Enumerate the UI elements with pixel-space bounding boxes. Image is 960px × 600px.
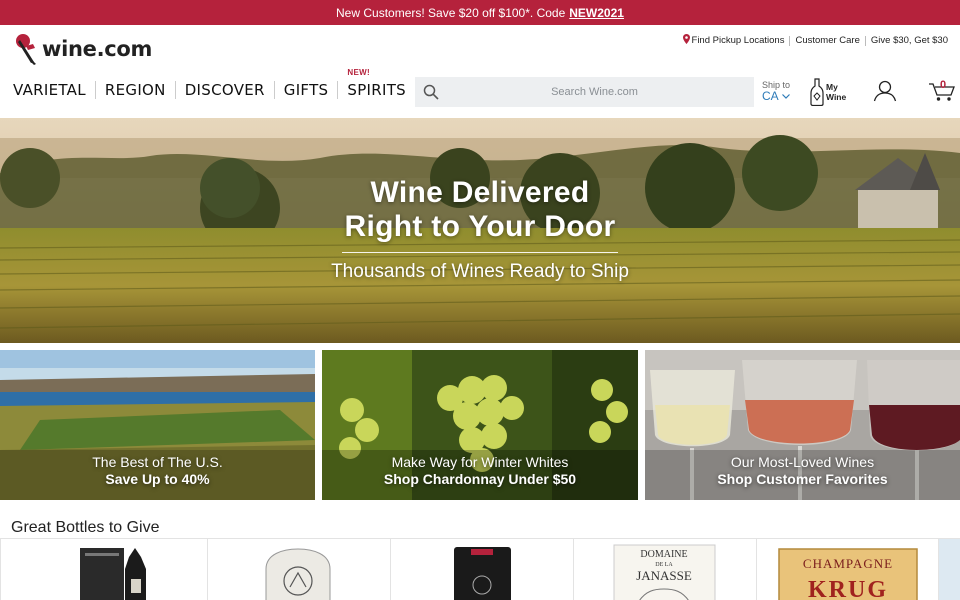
logo-text: wine.com bbox=[42, 37, 153, 61]
product-label-main: JANASSE bbox=[636, 568, 692, 583]
logo[interactable]: wine.com bbox=[14, 32, 152, 66]
map-pin-icon bbox=[682, 34, 690, 47]
product-card[interactable] bbox=[0, 539, 207, 600]
chevron-down-icon bbox=[781, 94, 790, 99]
find-pickup-link[interactable]: Find Pickup Locations bbox=[692, 35, 785, 46]
utility-links: Find Pickup Locations Customer Care Give… bbox=[682, 34, 948, 47]
ship-to-selector[interactable]: Ship to CA bbox=[762, 80, 790, 102]
hero-title-line2: Right to Your Door bbox=[344, 210, 616, 243]
dark-bottle-image bbox=[454, 547, 511, 600]
hero-banner[interactable]: Wine Delivered Right to Your Door Thousa… bbox=[0, 118, 960, 343]
product-label-top: DOMAINE bbox=[640, 549, 687, 560]
nav-discover[interactable]: DISCOVER bbox=[176, 81, 274, 99]
bottle-label-image bbox=[265, 548, 331, 600]
tile-line1: Make Way for Winter Whites bbox=[391, 454, 569, 470]
tile-line2: Save Up to 40% bbox=[105, 471, 210, 487]
promo-tile-us[interactable]: The Best of The U.S. Save Up to 40% bbox=[0, 350, 315, 500]
search-input[interactable] bbox=[415, 77, 754, 107]
product-card[interactable] bbox=[390, 539, 573, 600]
logo-mark-icon bbox=[16, 34, 36, 65]
customer-care-link[interactable]: Customer Care bbox=[795, 35, 859, 46]
promo-tiles: The Best of The U.S. Save Up to 40% Make… bbox=[0, 350, 960, 500]
promo-tile-chardonnay[interactable]: Make Way for Winter Whites Shop Chardonn… bbox=[322, 350, 638, 500]
product-carousel: DOMAINE DE LA JANASSE CHAMPAGNE KRUG bbox=[0, 538, 960, 600]
tile-caption: The Best of The U.S. Save Up to 40% bbox=[0, 454, 315, 488]
my-wine-line1: My bbox=[826, 82, 838, 92]
promo-banner[interactable]: New Customers! Save $20 off $100*. Code … bbox=[0, 0, 960, 25]
my-wine-link[interactable]: My Wine bbox=[810, 78, 846, 106]
nav-menu: VARIETAL REGION DISCOVER GIFTS NEW! SPIR… bbox=[13, 68, 415, 99]
product-card[interactable]: DOMAINE DE LA JANASSE bbox=[573, 539, 756, 600]
tile-caption: Our Most-Loved Wines Shop Customer Favor… bbox=[645, 454, 960, 488]
search-bar bbox=[415, 77, 754, 107]
nav-spirits[interactable]: NEW! SPIRITS bbox=[338, 68, 415, 99]
tile-line1: The Best of The U.S. bbox=[92, 454, 223, 470]
nav-spirits-label: SPIRITS bbox=[347, 81, 406, 99]
tile-caption: Make Way for Winter Whites Shop Chardonn… bbox=[322, 454, 638, 488]
product-card[interactable] bbox=[207, 539, 390, 600]
search-icon[interactable] bbox=[423, 84, 439, 105]
champagne-box-image bbox=[80, 548, 146, 600]
divider bbox=[864, 35, 866, 46]
ship-state-value: CA bbox=[762, 89, 779, 103]
my-wine-label: My Wine bbox=[826, 82, 846, 102]
carousel-next-edge[interactable] bbox=[938, 539, 960, 600]
nav-region[interactable]: REGION bbox=[96, 81, 175, 99]
nav-gifts[interactable]: GIFTS bbox=[275, 81, 338, 99]
give-get-link[interactable]: Give $30, Get $30 bbox=[871, 35, 948, 46]
tile-line1: Our Most-Loved Wines bbox=[730, 454, 875, 470]
account-user-icon[interactable] bbox=[873, 80, 897, 107]
promo-text: New Customers! Save $20 off $100*. Code bbox=[336, 5, 566, 20]
tile-line2: Shop Customer Favorites bbox=[717, 471, 888, 487]
ship-state[interactable]: CA bbox=[762, 89, 790, 103]
header-top: wine.com Find Pickup Locations Customer … bbox=[0, 25, 960, 75]
cart-count: 0 bbox=[940, 79, 947, 91]
my-wine-line2: Wine bbox=[826, 92, 847, 102]
hero-divider bbox=[342, 252, 618, 253]
hero-title-line1: Wine Delivered bbox=[370, 176, 590, 209]
tile-line2: Shop Chardonnay Under $50 bbox=[383, 471, 577, 487]
krug-label-image: CHAMPAGNE KRUG bbox=[778, 548, 918, 600]
section-title: Great Bottles to Give bbox=[11, 519, 160, 536]
cart-icon[interactable]: 0 bbox=[928, 79, 956, 107]
product-label-top: CHAMPAGNE bbox=[803, 556, 893, 571]
nav-varietal[interactable]: VARIETAL bbox=[13, 81, 95, 99]
divider bbox=[789, 35, 791, 46]
hero-subtitle: Thousands of Wines Ready to Ship bbox=[331, 261, 629, 282]
main-nav: VARIETAL REGION DISCOVER GIFTS NEW! SPIR… bbox=[0, 68, 960, 115]
wine-bottle-icon bbox=[810, 78, 824, 106]
product-label-main: KRUG bbox=[808, 577, 888, 600]
hero-text: Wine Delivered Right to Your Door Thousa… bbox=[0, 176, 960, 283]
promo-code-link[interactable]: NEW2021 bbox=[569, 6, 624, 20]
janasse-label-image: DOMAINE DE LA JANASSE bbox=[613, 544, 716, 600]
product-card[interactable]: CHAMPAGNE KRUG bbox=[756, 539, 938, 600]
new-badge: NEW! bbox=[347, 68, 370, 77]
promo-tile-favorites[interactable]: Our Most-Loved Wines Shop Customer Favor… bbox=[645, 350, 960, 500]
